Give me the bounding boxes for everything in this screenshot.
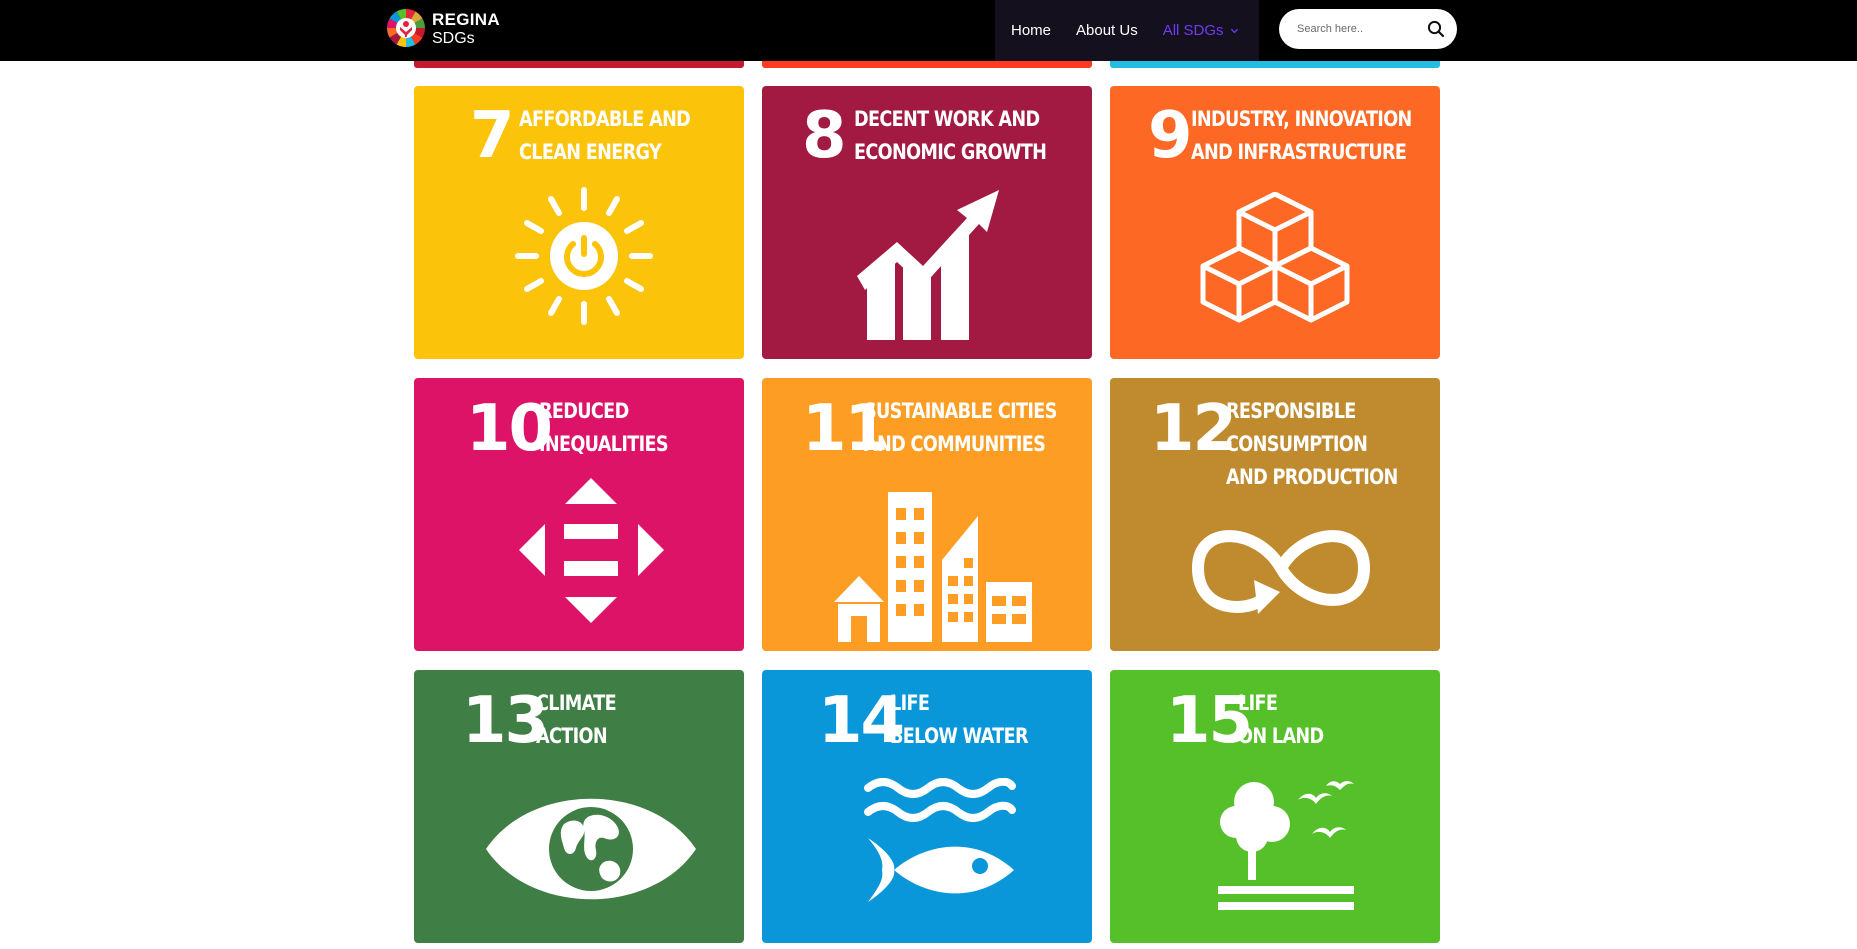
goal-title-line: LIFE	[1238, 691, 1278, 715]
goal-title-line: ON LAND	[1238, 724, 1324, 748]
goal-title-line: LIFE	[890, 691, 930, 715]
goal-title-line: CONSUMPTION	[1226, 432, 1368, 456]
search-input[interactable]	[1297, 20, 1417, 38]
goal-title-line: AFFORDABLE AND	[519, 107, 691, 131]
goal-title-line: CLIMATE	[536, 691, 617, 715]
goal-title: REDUCED INEQUALITIES	[539, 395, 669, 461]
main-menu: Home About Us All SDGs	[995, 0, 1259, 61]
cubes-icon	[1200, 192, 1350, 323]
search-box	[1279, 9, 1457, 49]
search-icon[interactable]	[1427, 20, 1445, 38]
goal-title-line: RESPONSIBLE	[1226, 399, 1356, 423]
infinity-loop-icon	[1191, 530, 1371, 614]
growth-chart-icon	[857, 190, 999, 340]
goal-title: INDUSTRY, INNOVATION AND INFRASTRUCTURE	[1191, 103, 1412, 169]
goal-number: 9	[1148, 99, 1193, 173]
goal-title-line: DECENT WORK AND	[854, 107, 1040, 131]
nav-all-sdgs-dropdown[interactable]: All SDGs	[1163, 22, 1239, 39]
equality-arrows-icon	[519, 478, 664, 623]
chevron-down-icon	[1230, 28, 1238, 34]
tile-goal-14[interactable]: 14 LIFE BELOW WATER	[762, 670, 1092, 943]
goal-title: LIFE BELOW WATER	[890, 687, 1029, 753]
goal-title-line: BELOW WATER	[890, 724, 1029, 748]
goal-title-line: REDUCED	[539, 399, 629, 423]
tile-goal-9[interactable]: 9 INDUSTRY, INNOVATION AND INFRASTRUCTUR…	[1110, 86, 1440, 359]
tile-goal-10[interactable]: 10 REDUCED INEQUALITIES	[414, 378, 744, 651]
tile-goal-5-partial[interactable]	[762, 61, 1092, 68]
goal-title-line: INEQUALITIES	[539, 432, 669, 456]
goal-title-line: AND INFRASTRUCTURE	[1191, 140, 1407, 164]
tile-goal-12[interactable]: 12 RESPONSIBLE CONSUMPTION AND PRODUCTIO…	[1110, 378, 1440, 651]
eye-globe-icon	[486, 798, 696, 900]
goal-title-line: CLEAN ENERGY	[519, 140, 662, 164]
brand-text[interactable]: REGINA SDGs	[432, 10, 500, 48]
goal-title-line: SUSTAINABLE CITIES	[864, 399, 1057, 423]
tile-goal-7[interactable]: 7 AFFORDABLE AND CLEAN ENERGY	[414, 86, 744, 359]
regina-sdgs-logo-icon[interactable]	[386, 8, 426, 48]
goal-number: 8	[802, 99, 847, 173]
goal-number: 12	[1150, 392, 1237, 466]
goal-title-line: AND COMMUNITIES	[864, 432, 1046, 456]
nav-home-link[interactable]: Home	[1011, 22, 1051, 39]
goal-number: 7	[470, 99, 515, 173]
brand-subtitle: SDGs	[432, 30, 475, 47]
tree-birds-icon	[1218, 781, 1354, 910]
goal-title-line: INDUSTRY, INNOVATION	[1191, 107, 1412, 131]
goal-title: SUSTAINABLE CITIES AND COMMUNITIES	[864, 395, 1057, 461]
tile-goal-11[interactable]: 11 SUSTAINABLE CITIES AND COMMUNITIES	[762, 378, 1092, 651]
goal-title: DECENT WORK AND ECONOMIC GROWTH	[854, 103, 1047, 169]
nav-about-link[interactable]: About Us	[1076, 22, 1138, 39]
tile-goal-13[interactable]: 13 CLIMATE ACTION	[414, 670, 744, 943]
brand-name: REGINA	[432, 10, 500, 29]
goal-title-line: ACTION	[536, 724, 608, 748]
sun-power-icon	[515, 187, 653, 325]
goal-title: RESPONSIBLE CONSUMPTION AND PRODUCTION	[1226, 395, 1398, 494]
goal-number: 13	[462, 684, 549, 758]
goal-title: AFFORDABLE AND CLEAN ENERGY	[519, 103, 691, 169]
nav-all-sdgs-label: All SDGs	[1162, 22, 1224, 39]
tile-goal-15[interactable]: 15 LIFE ON LAND	[1110, 670, 1440, 943]
tile-goal-4-partial[interactable]	[414, 61, 744, 68]
fish-waves-icon	[864, 778, 1016, 902]
goal-title: LIFE ON LAND	[1238, 687, 1324, 753]
goal-title-line: AND PRODUCTION	[1226, 465, 1398, 489]
tile-goal-6-partial[interactable]	[1110, 61, 1440, 68]
city-buildings-icon	[834, 492, 1032, 642]
goal-title: CLIMATE ACTION	[536, 687, 617, 753]
tile-goal-8[interactable]: 8 DECENT WORK AND ECONOMIC GROWTH	[762, 86, 1092, 359]
top-navbar: REGINA SDGs Home About Us All SDGs	[0, 0, 1857, 61]
goal-title-line: ECONOMIC GROWTH	[854, 140, 1047, 164]
